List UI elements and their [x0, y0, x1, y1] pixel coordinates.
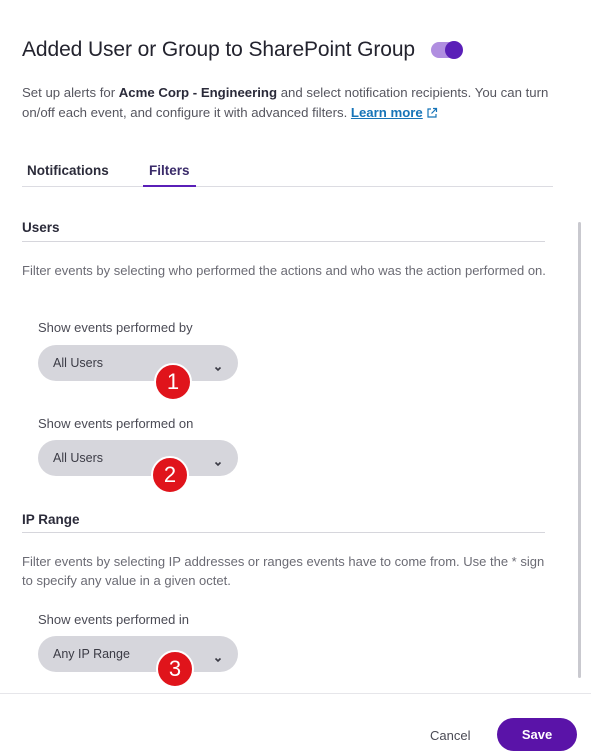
users-section-description: Filter events by selecting who performed…: [22, 263, 546, 278]
performed-by-value: All Users: [53, 356, 104, 370]
toggle-knob: [445, 41, 463, 59]
chevron-down-icon: [214, 359, 222, 377]
title-row: Added User or Group to SharePoint Group: [22, 38, 569, 62]
step-marker-3: 3: [156, 650, 194, 688]
cancel-button[interactable]: Cancel: [430, 728, 470, 743]
ip-section-title: IP Range: [22, 512, 80, 527]
chevron-down-icon: [214, 650, 222, 668]
dialog-description: Set up alerts for Acme Corp - Engineerin…: [22, 83, 562, 125]
organization-name: Acme Corp - Engineering: [118, 85, 278, 100]
performed-on-select[interactable]: All Users: [38, 440, 238, 476]
dialog-title: Added User or Group to SharePoint Group: [22, 38, 415, 61]
learn-more-link[interactable]: Learn more: [351, 105, 423, 120]
performed-by-select[interactable]: All Users: [38, 345, 238, 381]
performed-on-label: Show events performed on: [38, 416, 194, 431]
description-text-1: Set up alerts for: [22, 85, 119, 100]
performed-by-label: Show events performed by: [38, 320, 193, 335]
performed-in-value: Any IP Range: [53, 647, 130, 661]
step-marker-1: 1: [154, 363, 192, 401]
step-marker-2: 2: [151, 456, 189, 494]
external-link-icon[interactable]: [426, 105, 438, 125]
chevron-down-icon: [214, 454, 222, 472]
footer-divider: [0, 693, 591, 694]
section-divider: [22, 532, 545, 533]
scrollbar[interactable]: [578, 222, 581, 678]
dialog-header: Added User or Group to SharePoint Group: [22, 38, 569, 62]
performed-on-value: All Users: [53, 451, 104, 465]
tab-notifications[interactable]: Notifications: [27, 163, 109, 185]
ip-section-description: Filter events by selecting IP addresses …: [22, 554, 545, 588]
tab-filters[interactable]: Filters: [143, 163, 196, 187]
save-button[interactable]: Save: [497, 718, 577, 751]
performed-in-select[interactable]: Any IP Range: [38, 636, 238, 672]
users-section-title: Users: [22, 220, 60, 235]
alert-enabled-toggle[interactable]: [431, 41, 463, 59]
performed-in-label: Show events performed in: [38, 612, 190, 627]
tab-bar: Notifications Filters: [22, 156, 553, 187]
section-divider: [22, 241, 545, 242]
